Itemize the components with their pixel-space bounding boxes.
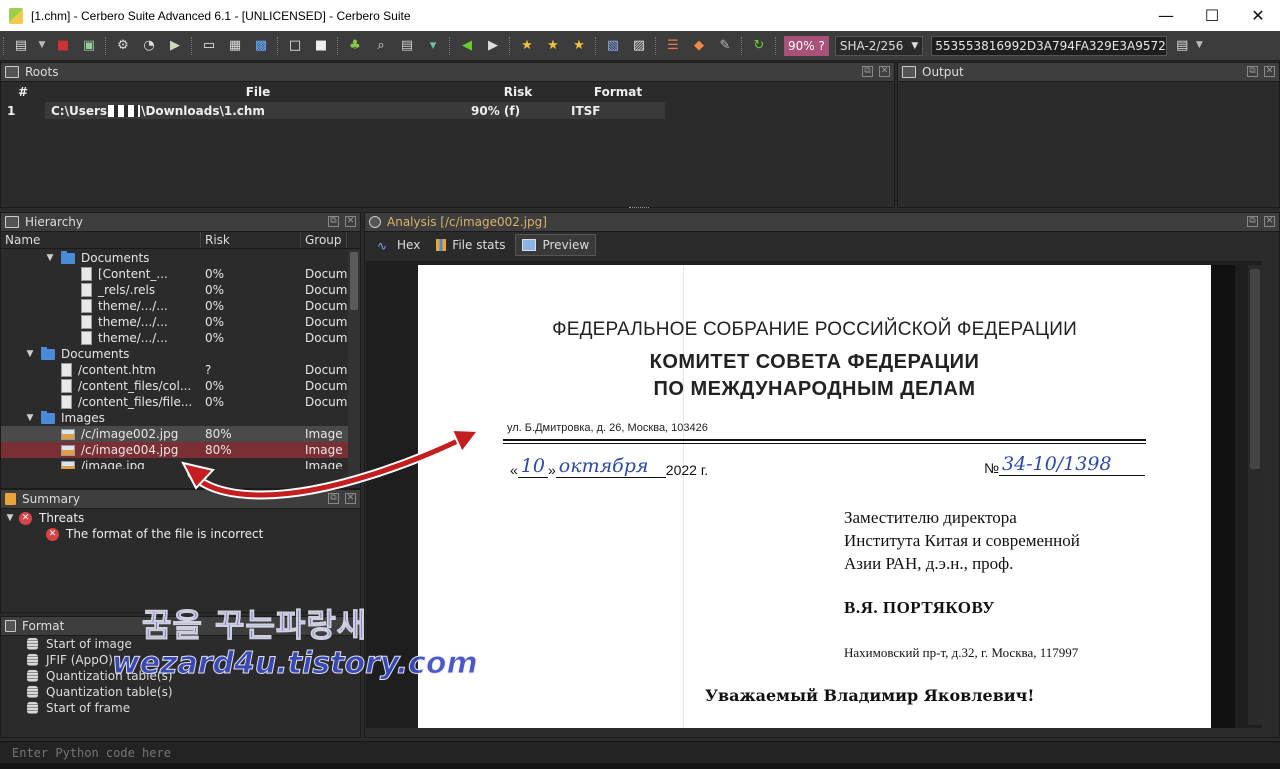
python-input[interactable] xyxy=(12,743,1262,762)
annotation-arrow xyxy=(181,428,480,500)
python-console xyxy=(0,741,1280,763)
status-bar xyxy=(0,763,1280,769)
arrow-shaft xyxy=(189,432,473,498)
